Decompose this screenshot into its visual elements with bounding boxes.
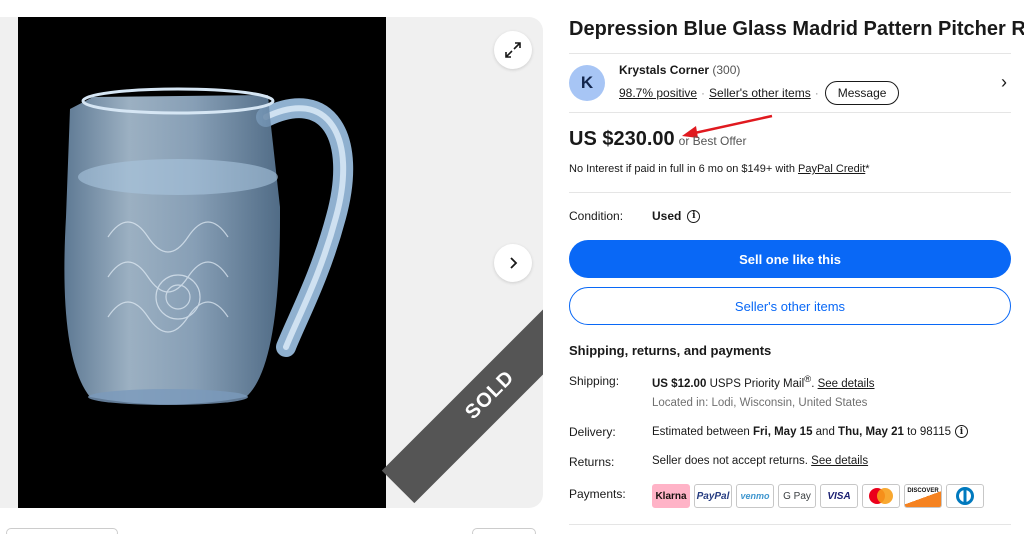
price-amount: US $230.00: [569, 128, 675, 150]
payments-label: Payments:: [569, 487, 626, 501]
diners-club-icon: [946, 484, 984, 508]
divider: [569, 192, 1011, 193]
sold-label: SOLD: [460, 365, 519, 424]
delivery-suffix: to 98115: [903, 425, 951, 438]
diners-logo: [956, 487, 974, 505]
listing-title: Depression Blue Glass Madrid Pattern Pit…: [569, 18, 1024, 40]
mastercard-icon: [862, 484, 900, 508]
seller-other-items-link[interactable]: Seller's other items: [709, 86, 811, 100]
item-location: Located in: Lodi, Wisconsin, United Stat…: [652, 397, 868, 409]
delivery-and: and: [812, 425, 839, 438]
paypal-icon: PayPal: [694, 484, 732, 508]
seller-name: Krystals Corner (300): [619, 63, 740, 77]
thumbnail-button[interactable]: [6, 528, 118, 534]
condition-label: Condition:: [569, 209, 624, 223]
shipping-see-details-link[interactable]: See details: [818, 378, 875, 390]
seller-links: 98.7% positive · Seller's other items · …: [619, 81, 900, 105]
chevron-right-icon: [510, 257, 518, 269]
seller-avatar: K: [569, 65, 605, 101]
divider: [569, 524, 1011, 525]
seller-card[interactable]: K Krystals Corner (300) 98.7% positive ·…: [569, 53, 1011, 113]
shipping-label: Shipping:: [569, 374, 620, 388]
seller-name-text[interactable]: Krystals Corner: [619, 63, 709, 77]
positive-feedback-link[interactable]: 98.7% positive: [619, 86, 697, 100]
next-image-button[interactable]: [494, 244, 532, 282]
credit-suffix: *: [865, 163, 870, 175]
message-button[interactable]: Message: [824, 81, 900, 105]
discover-icon: DISCOVER: [904, 484, 942, 508]
condition-text: Used: [652, 209, 682, 223]
delivery-value: Estimated between Fri, May 15 and Thu, M…: [652, 425, 968, 438]
expand-image-button[interactable]: [494, 31, 532, 69]
chevron-right-icon[interactable]: ›: [1001, 72, 1007, 93]
separator: ·: [814, 86, 819, 100]
delivery-label: Delivery:: [569, 425, 616, 439]
credit-prefix: No Interest if paid in full in 6 mo on $…: [569, 163, 798, 175]
feedback-count: (300): [712, 63, 741, 77]
paypal-credit-link[interactable]: PayPal Credit: [798, 163, 865, 175]
best-offer-label: or Best Offer: [678, 134, 747, 148]
shipping-method: USPS Priority Mail: [709, 377, 805, 390]
mastercard-logo: [869, 488, 893, 504]
product-photo[interactable]: [18, 17, 386, 508]
returns-see-details-link[interactable]: See details: [811, 455, 868, 467]
seller-other-items-button[interactable]: Seller's other items: [569, 287, 1011, 325]
info-icon[interactable]: i: [954, 425, 968, 438]
shipping-heading: Shipping, returns, and payments: [569, 343, 772, 358]
google-pay-icon: G Pay: [778, 484, 816, 508]
returns-value: Seller does not accept returns. See deta…: [652, 455, 868, 467]
shipping-value: US $12.00 USPS Priority Mail®. See detai…: [652, 374, 875, 390]
sold-ribbon: SOLD: [381, 286, 543, 504]
thumbnail-button[interactable]: [472, 528, 536, 534]
delivery-prefix: Estimated between: [652, 425, 754, 438]
venmo-icon: venmo: [736, 484, 774, 508]
credit-note: No Interest if paid in full in 6 mo on $…: [569, 163, 870, 175]
klarna-icon: Klarna: [652, 484, 690, 508]
registered-mark: ®: [804, 374, 812, 385]
delivery-end: Thu, May 21: [838, 425, 904, 438]
price-row: US $230.00 or Best Offer: [569, 128, 746, 151]
returns-text: Seller does not accept returns.: [652, 455, 812, 467]
separator: ·: [701, 86, 706, 100]
delivery-start: Fri, May 15: [753, 425, 813, 438]
sell-one-like-this-button[interactable]: Sell one like this: [569, 240, 1011, 278]
visa-icon: VISA: [820, 484, 858, 508]
shipping-cost: US $12.00: [652, 377, 707, 390]
info-icon[interactable]: i: [687, 209, 701, 223]
payment-methods: Klarna PayPal venmo G Pay VISA DISCOVER: [652, 484, 984, 508]
pitcher-image: [64, 87, 354, 405]
condition-value: Used i: [652, 209, 701, 223]
expand-icon: [505, 42, 521, 58]
image-gallery: SOLD: [0, 17, 543, 508]
returns-label: Returns:: [569, 455, 615, 469]
